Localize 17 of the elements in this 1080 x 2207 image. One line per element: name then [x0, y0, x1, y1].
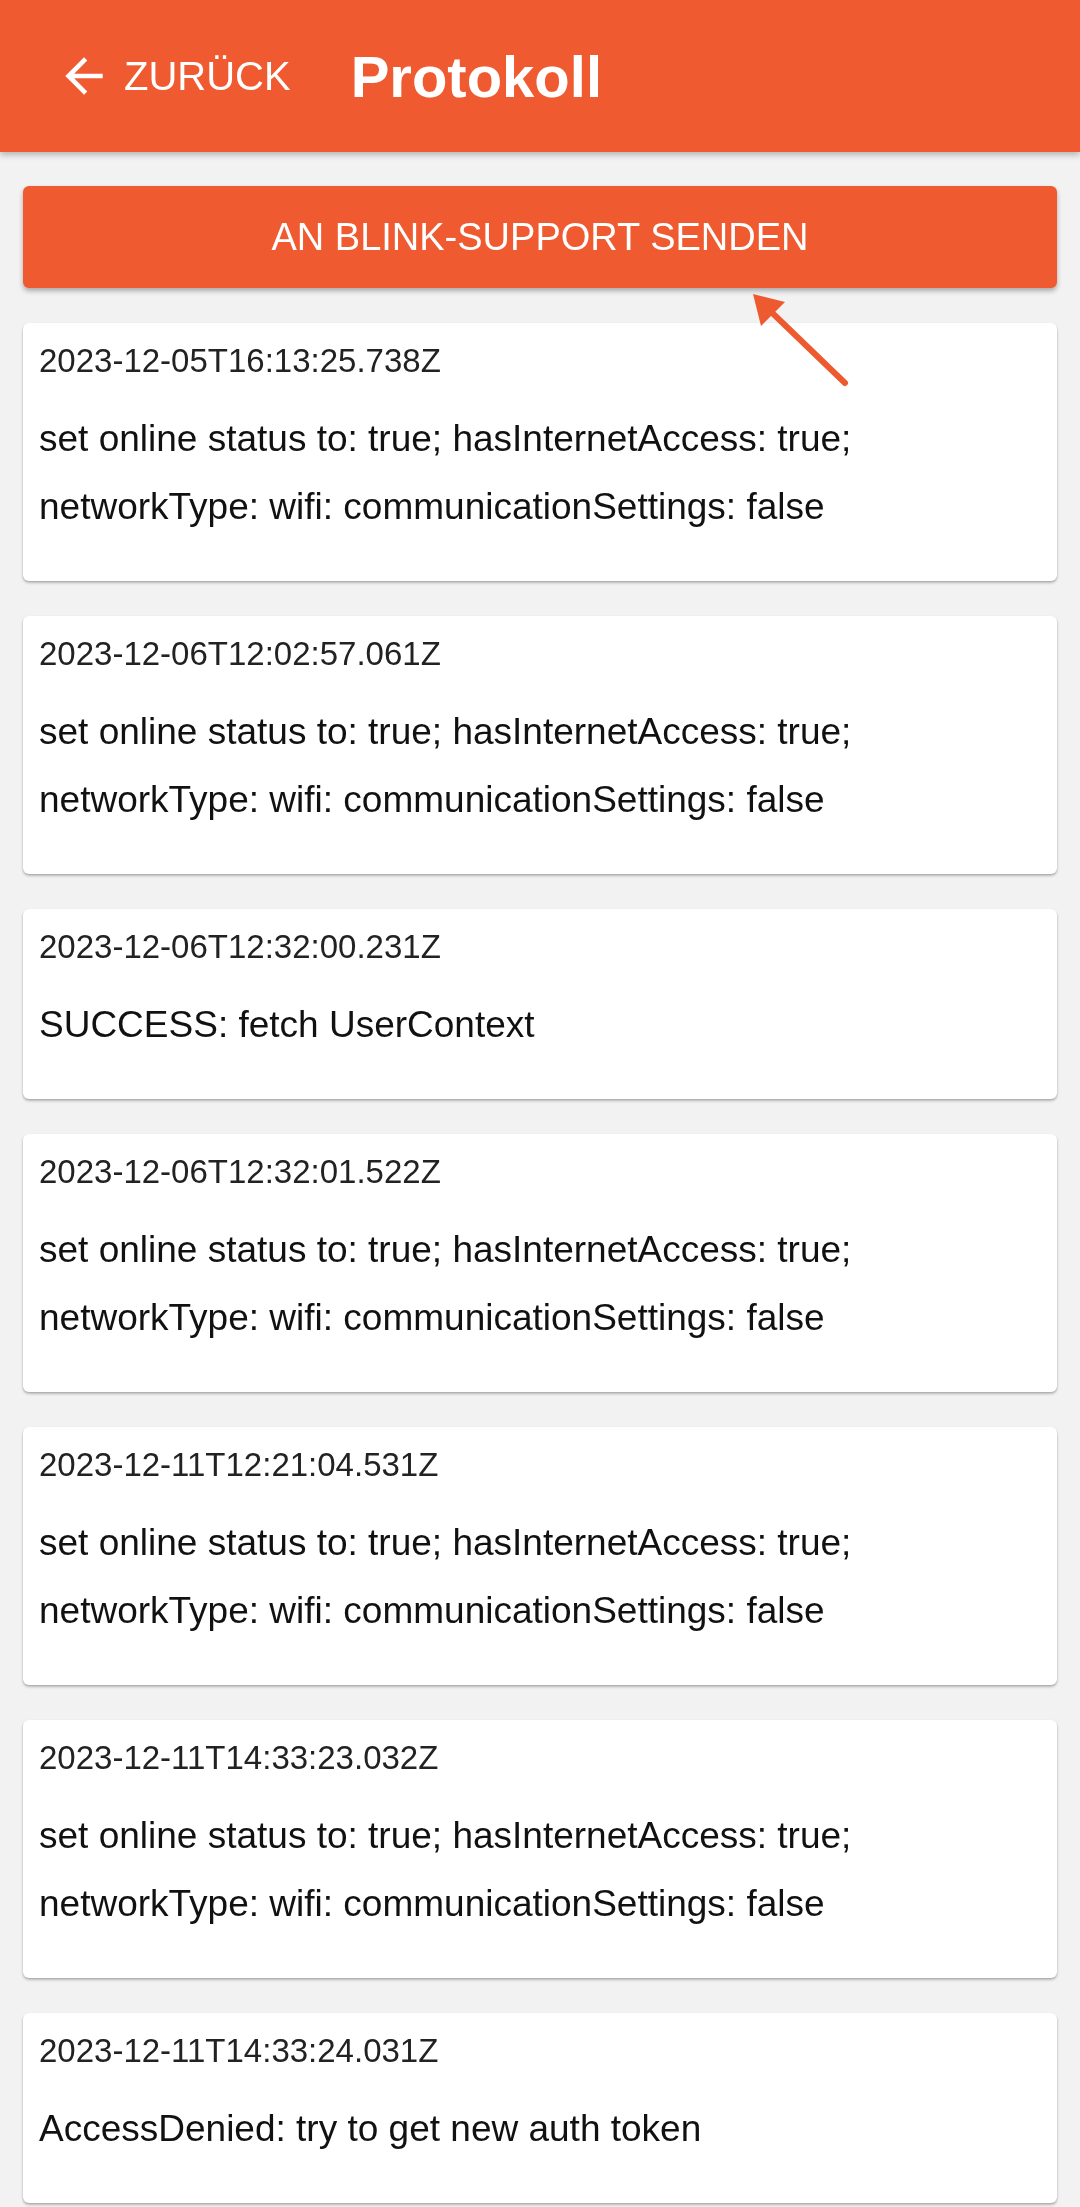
log-message: set online status to: true; hasInternetAccess: true; networkType: wifi: communicationSettings: false [39, 1521, 853, 1633]
log-timestamp: 2023-12-06T12:32:01.522Z [39, 1152, 442, 1192]
log-message: set online status to: true; hasInternetAccess: true; networkType: wifi: communicationSettings: false [39, 1228, 853, 1340]
log-timestamp: 2023-12-06T12:32:00.231Z [39, 927, 442, 967]
page-title: Protokoll [350, 42, 602, 110]
log-message: set online status to: true; hasInternetAccess: true; networkType: wifi: communicationSettings: false [39, 710, 853, 822]
log-message: set online status to: true; hasInternetAccess: true; networkType: wifi: communicationSettings: false [39, 1814, 853, 1926]
log-timestamp: 2023-12-11T14:33:23.032Z [39, 1738, 440, 1778]
log-message: SUCCESS: fetch UserContext [39, 1003, 536, 1047]
log-timestamp: 2023-12-05T16:13:25.738Z [39, 341, 442, 381]
log-message: AccessDenied: try to get new auth token [39, 2107, 703, 2151]
log-message: set online status to: true; hasInternetAccess: true; networkType: wifi: communicationSettings: false [39, 417, 853, 529]
back-button[interactable]: ZURÜCK [56, 48, 291, 104]
log-timestamp: 2023-12-06T12:02:57.061Z [39, 634, 442, 674]
log-timestamp: 2023-12-11T14:33:24.031Z [39, 2031, 440, 2071]
send-to-support-button[interactable]: AN BLINK-SUPPORT SENDEN [23, 186, 1057, 288]
log-timestamp: 2023-12-11T12:21:04.531Z [39, 1445, 440, 1485]
